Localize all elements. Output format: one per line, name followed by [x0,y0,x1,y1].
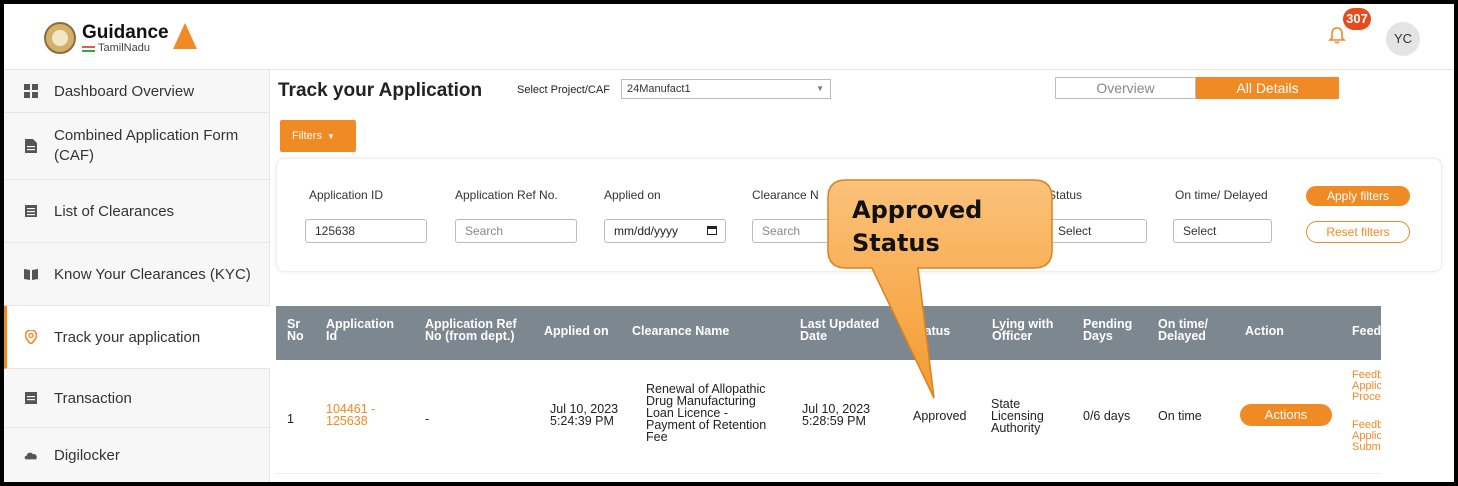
cell-on-time: On time [1158,409,1202,423]
sidebar-item-clearances[interactable]: List of Clearances [4,180,270,243]
project-select-label: Select Project/CAF [517,84,610,96]
sidebar-item-caf[interactable]: Combined Application Form (CAF) [4,113,270,180]
sidebar-item-digilocker[interactable]: Digilocker [4,428,270,482]
guidance-logo[interactable]: Guidance TamilNadu [44,22,197,54]
sidebar-item-dashboard[interactable]: Dashboard Overview [4,70,270,113]
col-header-action: Action [1245,324,1284,338]
col-header-feedback: Feedback [1352,325,1381,337]
col-header-clearance-name: Clearance Name [632,324,730,338]
clearance-name-label: Clearance N [752,188,819,202]
applied-on-label: Applied on [604,188,661,202]
project-select[interactable]: 24Manufact1 ▼ [621,79,831,99]
actions-button[interactable]: Actions [1240,404,1332,426]
location-pin-icon [24,330,38,344]
application-id-label: Application ID [309,188,384,202]
list-icon [24,204,38,218]
col-header-status: Status [912,324,951,338]
document-icon [24,139,38,153]
logo-main-text: Guidance [82,21,169,43]
cell-pending-days: 0/6 days [1083,409,1131,423]
sidebar-item-label: Dashboard Overview [54,82,195,100]
tab-all-details[interactable]: All Details [1196,77,1339,99]
calendar-icon [707,226,717,235]
top-bar: Guidance TamilNadu [4,4,1454,70]
sidebar-item-transaction[interactable]: Transaction [4,369,270,428]
sidebar-item-label: Know Your Clearances (KYC) [54,265,251,283]
sidebar: Dashboard Overview Combined Application … [4,70,270,482]
reset-filters-button[interactable]: Reset filters [1306,221,1410,243]
on-time-filter-label: On time/ Delayed [1175,188,1268,202]
sidebar-item-label: Track your application [54,328,201,346]
on-time-filter-select[interactable]: Select [1173,219,1272,243]
sidebar-item-track[interactable]: Track your application [4,306,270,369]
status-filter-label: Status [1048,188,1083,202]
status-filter-select[interactable]: Select [1048,219,1147,243]
cell-applied-on: Jul 10, 2023 5:24:39 PM [550,402,619,428]
cell-lying-with: State Licensing Authority [991,397,1044,435]
col-header-on-time: On time/Delayed [1158,317,1209,343]
cell-sr: 1 [287,412,294,426]
bell-icon[interactable] [1328,26,1346,44]
apply-filters-button[interactable]: Apply filters [1306,186,1410,206]
user-avatar[interactable]: YC [1386,22,1420,56]
application-id-input[interactable]: 125638 [305,219,427,243]
feedback-submission-link[interactable]: Feedback onApplicationSubmission [1352,420,1381,453]
receipt-icon [24,391,38,405]
book-icon [24,267,38,281]
col-header-pending-days: Pending Days [1083,317,1133,343]
sidebar-item-kyc[interactable]: Know Your Clearances (KYC) [4,243,270,306]
filters-button-label: Filters [292,130,322,142]
col-header-last-updated: Last Updated Date [800,317,880,343]
cell-application-id-link[interactable]: 104461 -125638 [326,403,375,428]
application-ref-label: Application Ref No. [455,188,558,202]
sidebar-item-label: Digilocker [54,446,120,464]
col-header-application-id: Application Id [326,317,395,343]
tn-emblem-icon [44,22,76,54]
page-title: Track your Application [278,80,483,101]
cell-application-ref: - [425,412,430,426]
tab-overview[interactable]: Overview [1055,77,1196,99]
col-header-sr: Sr No [287,317,304,343]
cloud-icon [24,448,38,462]
notification-badge: 307 [1343,8,1371,30]
feedback-process-link[interactable]: Feedback onApplicationProcess [1352,370,1381,403]
col-header-applied-on: Applied on [544,324,609,338]
cell-clearance-name: Renewal of Allopathic Drug Manufacturing L… [646,382,767,444]
chevron-down-icon: ▼ [816,84,824,93]
cell-last-updated: Jul 10, 2023 5:28:59 PM [802,402,871,428]
logo-triangle-icon [172,23,197,49]
application-ref-input[interactable]: Search [455,219,577,243]
filters-button[interactable]: Filters ▼ [280,120,356,152]
grid-icon [24,84,38,98]
applied-on-date-value: mm/dd/yyyy [614,224,679,238]
project-select-value: 24Manufact1 [627,83,691,95]
col-header-application-ref: Application Ref No (from dept.) [425,317,517,343]
col-header-lying-with: Lying with Officer [992,317,1054,343]
cell-status: Approved [913,409,967,423]
callout-text: Approved Status [852,196,983,257]
caret-down-icon: ▼ [326,132,335,141]
sidebar-item-label: Combined Application Form (CAF) [54,127,239,164]
sidebar-item-label: Transaction [54,389,132,407]
applied-on-date-input[interactable]: mm/dd/yyyy [604,219,726,243]
sidebar-item-label: List of Clearances [54,202,175,220]
logo-sub-text: TamilNadu [82,42,169,54]
